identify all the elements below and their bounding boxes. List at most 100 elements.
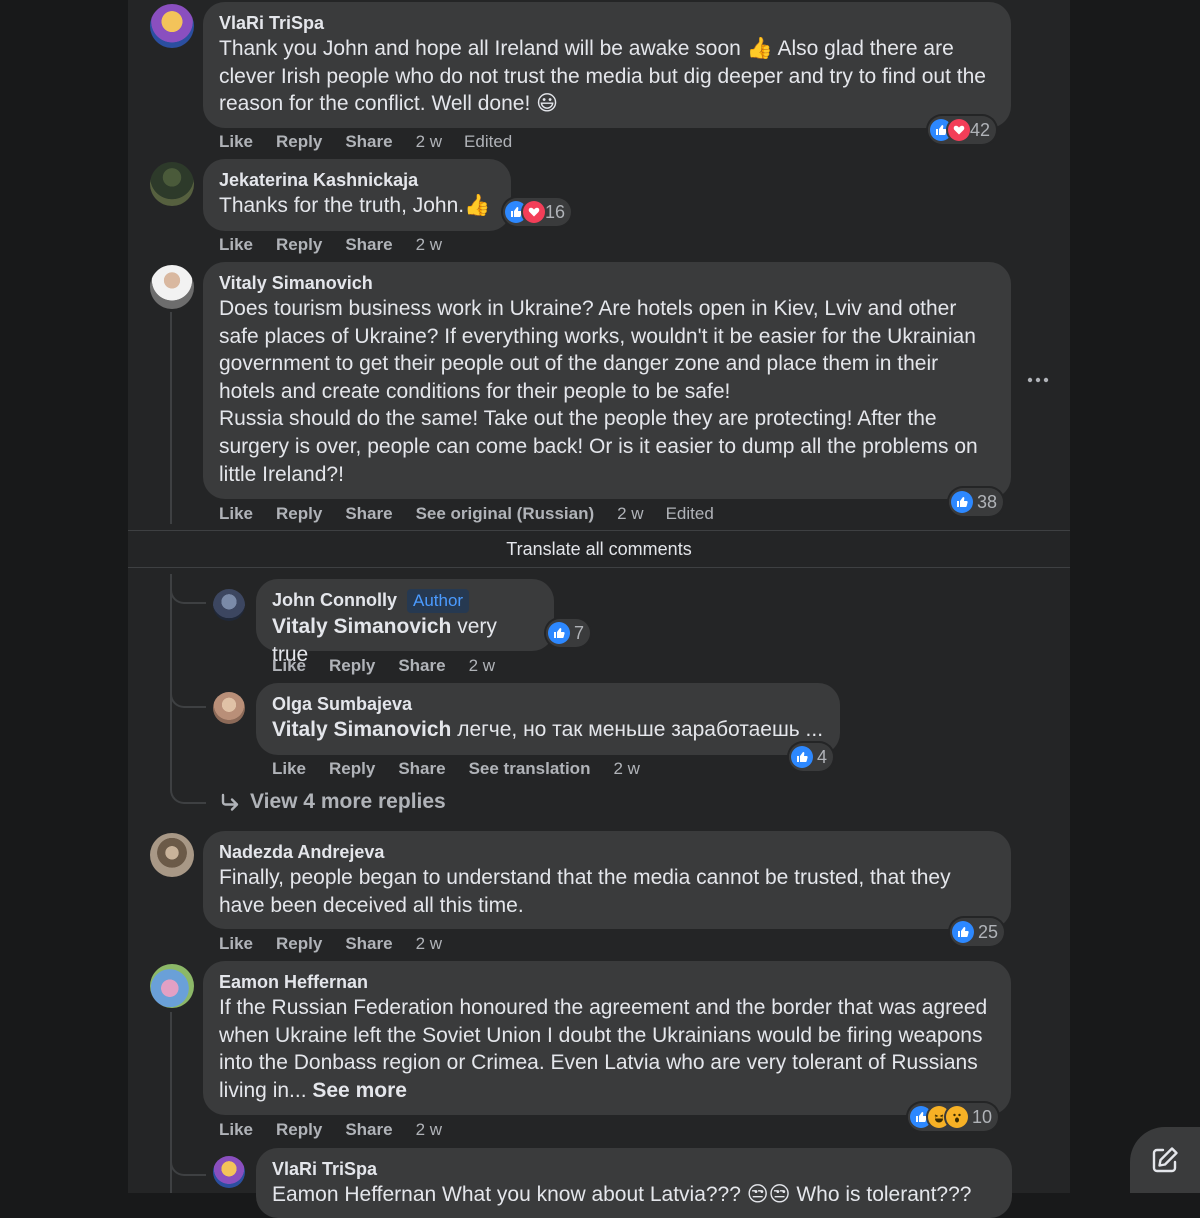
avatar[interactable] bbox=[150, 265, 194, 309]
reply-button[interactable]: Reply bbox=[276, 132, 322, 152]
avatar[interactable] bbox=[150, 162, 194, 206]
mention-link[interactable]: Vitaly Simanovich bbox=[272, 615, 451, 638]
timestamp[interactable]: 2 w bbox=[617, 504, 643, 524]
comment-actions: Like Reply Share 2 w Edited bbox=[219, 132, 534, 152]
avatar[interactable] bbox=[150, 964, 194, 1008]
reaction-summary[interactable]: 16 bbox=[503, 198, 572, 226]
like-reaction-icon bbox=[548, 622, 570, 644]
love-reaction-icon bbox=[948, 119, 970, 141]
like-button[interactable]: Like bbox=[272, 759, 306, 779]
thread-connector bbox=[170, 780, 206, 804]
timestamp[interactable]: 2 w bbox=[469, 656, 495, 676]
reply-button[interactable]: Reply bbox=[276, 235, 322, 255]
reply-actions: Like Reply Share 2 w bbox=[272, 656, 517, 676]
share-button[interactable]: Share bbox=[345, 504, 392, 524]
reaction-count: 10 bbox=[972, 1106, 993, 1127]
reply-button[interactable]: Reply bbox=[276, 504, 322, 524]
comment-author[interactable]: VlaRi TriSpa bbox=[219, 11, 995, 35]
comment-author[interactable]: Vitaly Simanovich bbox=[219, 271, 995, 295]
see-more-link[interactable]: See more bbox=[312, 1079, 407, 1102]
like-button[interactable]: Like bbox=[219, 934, 253, 954]
timestamp[interactable]: 2 w bbox=[416, 235, 442, 255]
view-more-replies-label[interactable]: View 4 more replies bbox=[250, 790, 446, 814]
comment-author[interactable]: Eamon Heffernan bbox=[219, 970, 995, 994]
compose-button[interactable] bbox=[1130, 1127, 1200, 1193]
share-button[interactable]: Share bbox=[398, 656, 445, 676]
reaction-summary[interactable]: 38 bbox=[949, 488, 1004, 516]
comment-actions: Like Reply Share 2 w bbox=[219, 235, 464, 255]
reaction-count: 7 bbox=[574, 622, 585, 643]
avatar[interactable] bbox=[213, 1156, 245, 1188]
see-translation-button[interactable]: See translation bbox=[469, 759, 591, 779]
mention-link[interactable]: Vitaly Simanovich bbox=[272, 718, 451, 741]
reply-author[interactable]: VlaRi TriSpa bbox=[272, 1157, 996, 1181]
view-more-replies[interactable]: View 4 more replies bbox=[219, 790, 446, 814]
share-button[interactable]: Share bbox=[345, 132, 392, 152]
comment-author[interactable]: Nadezda Andrejeva bbox=[219, 840, 995, 864]
like-button[interactable]: Like bbox=[219, 132, 253, 152]
reply-text: Vitaly Simanovich легче, но так меньше з… bbox=[272, 716, 824, 744]
timestamp[interactable]: 2 w bbox=[613, 759, 639, 779]
share-button[interactable]: Share bbox=[398, 759, 445, 779]
like-button[interactable]: Like bbox=[219, 1120, 253, 1140]
share-button[interactable]: Share bbox=[345, 1120, 392, 1140]
comment-text: Thanks for the truth, John.👍 bbox=[219, 194, 491, 217]
reply-button[interactable]: Reply bbox=[276, 934, 322, 954]
comment-actions: Like Reply Share 2 w bbox=[219, 934, 464, 954]
divider bbox=[128, 530, 1070, 531]
comment-actions: Like Reply Share 2 w bbox=[219, 1120, 464, 1140]
thread-connector bbox=[170, 1150, 206, 1176]
reply-button[interactable]: Reply bbox=[329, 759, 375, 779]
edited-label[interactable]: Edited bbox=[464, 132, 512, 152]
reaction-summary[interactable]: 4 bbox=[789, 743, 834, 771]
reaction-summary[interactable]: 7 bbox=[546, 619, 591, 647]
reply-button[interactable]: Reply bbox=[329, 656, 375, 676]
reply-author-name[interactable]: John Connolly bbox=[272, 590, 397, 610]
reply-actions: Like Reply Share See translation 2 w bbox=[272, 759, 662, 779]
timestamp[interactable]: 2 w bbox=[416, 132, 442, 152]
avatar[interactable] bbox=[150, 833, 194, 877]
like-reaction-icon bbox=[952, 921, 974, 943]
avatar[interactable] bbox=[213, 692, 245, 724]
reaction-count: 38 bbox=[977, 491, 998, 512]
timestamp[interactable]: 2 w bbox=[416, 1120, 442, 1140]
comment-text: Thank you John and hope all Ireland will… bbox=[219, 37, 992, 116]
timestamp[interactable]: 2 w bbox=[416, 934, 442, 954]
comment-author[interactable]: Jekaterina Kashnickaja bbox=[219, 168, 495, 192]
like-button[interactable]: Like bbox=[272, 656, 306, 676]
like-reaction-icon bbox=[951, 491, 973, 513]
reply-bubble: Olga Sumbajeva Vitaly Simanovich легче, … bbox=[256, 683, 840, 755]
reaction-summary[interactable]: 10 bbox=[908, 1103, 999, 1131]
reaction-summary[interactable]: 25 bbox=[950, 918, 1005, 946]
comment-bubble: Vitaly Simanovich Does tourism business … bbox=[203, 262, 1011, 499]
like-reaction-icon bbox=[791, 746, 813, 768]
reaction-count: 16 bbox=[545, 201, 566, 222]
divider bbox=[128, 567, 1070, 568]
reply-text: Eamon Heffernan What you know about Latv… bbox=[272, 1183, 972, 1206]
reply-arrow-icon bbox=[221, 793, 239, 811]
reply-bubble: VlaRi TriSpa Eamon Heffernan What you kn… bbox=[256, 1148, 1012, 1218]
comment-bubble: VlaRi TriSpa Thank you John and hope all… bbox=[203, 2, 1011, 128]
see-original-button[interactable]: See original (Russian) bbox=[416, 504, 595, 524]
reply-author[interactable]: Olga Sumbajeva bbox=[272, 692, 824, 716]
edited-label[interactable]: Edited bbox=[666, 504, 714, 524]
reply-author: John Connolly Author bbox=[272, 588, 538, 613]
translate-all-button[interactable]: Translate all comments bbox=[128, 538, 1070, 560]
reaction-summary[interactable]: 42 bbox=[928, 116, 997, 144]
reply-bubble: John Connolly Author Vitaly Simanovich ve… bbox=[256, 579, 554, 666]
like-button[interactable]: Like bbox=[219, 235, 253, 255]
thread-line bbox=[170, 312, 172, 524]
reply-body: легче, но так меньше заработаешь ... bbox=[451, 718, 824, 741]
comment-text: Finally, people began to understand that… bbox=[219, 866, 957, 917]
share-button[interactable]: Share bbox=[345, 235, 392, 255]
more-horizontal-icon bbox=[1027, 377, 1049, 383]
share-button[interactable]: Share bbox=[345, 934, 392, 954]
avatar[interactable] bbox=[213, 589, 245, 621]
reply-button[interactable]: Reply bbox=[276, 1120, 322, 1140]
reaction-count: 42 bbox=[970, 119, 991, 140]
comment-text: Does tourism business work in Ukraine? A… bbox=[219, 297, 978, 486]
like-button[interactable]: Like bbox=[219, 504, 253, 524]
avatar[interactable] bbox=[150, 4, 194, 48]
more-options-button[interactable] bbox=[1026, 372, 1050, 388]
comment-actions: Like Reply Share See original (Russian) … bbox=[219, 504, 736, 524]
